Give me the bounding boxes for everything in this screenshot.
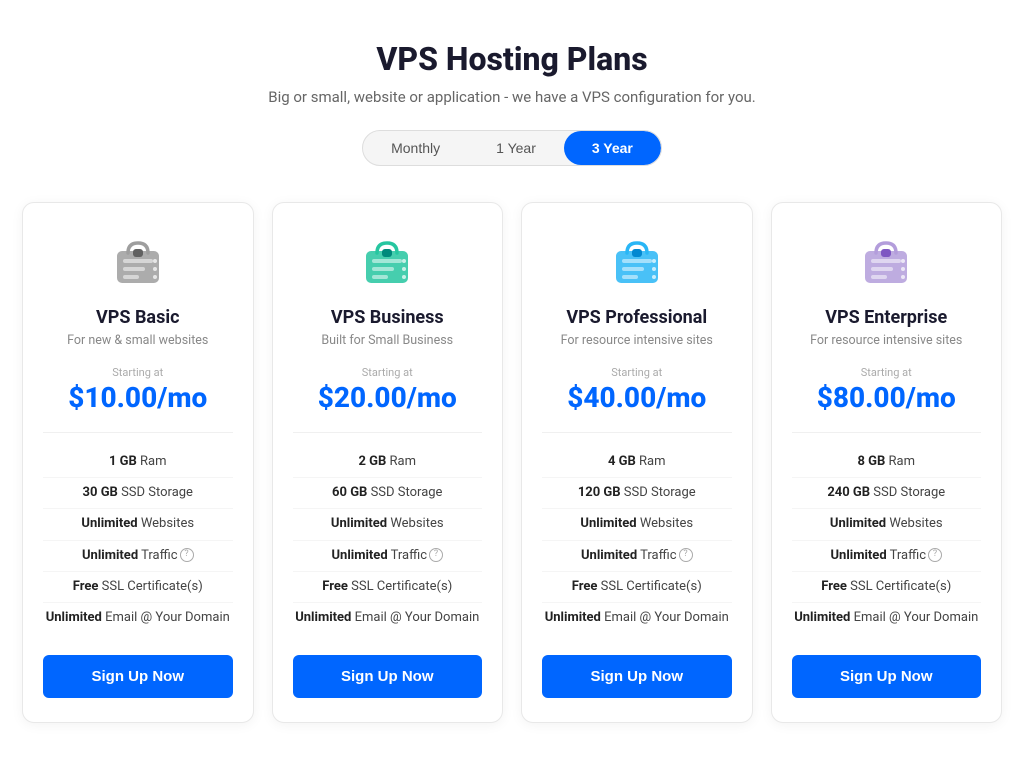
page-header: VPS Hosting Plans Big or small, website … [20,40,1004,106]
page-title: VPS Hosting Plans [20,40,1004,78]
feature-item: Unlimited Traffic? [43,541,233,572]
feature-item: Unlimited Websites [792,509,982,540]
feature-item: Unlimited Email @ Your Domain [293,603,483,633]
plans-grid: VPS Basic For new & small websites Start… [22,202,1002,723]
plan-card-professional: VPS Professional For resource intensive … [521,202,753,723]
plan-tagline-basic: For new & small websites [67,333,208,348]
plan-icon-enterprise [851,231,921,291]
plan-name-basic: VPS Basic [96,307,179,328]
plan-card-business: VPS Business Built for Small Business St… [272,202,504,723]
page-subtitle: Big or small, website or application - w… [20,88,1004,106]
features-list-business: 2 GB Ram 60 GB SSD Storage Unlimited Web… [293,432,483,633]
features-list-professional: 4 GB Ram 120 GB SSD Storage Unlimited We… [542,432,732,633]
toggle-1year[interactable]: 1 Year [468,131,564,165]
plan-icon-basic [103,231,173,291]
feature-item: Free SSL Certificate(s) [792,572,982,603]
feature-item: Unlimited Email @ Your Domain [43,603,233,633]
features-list-enterprise: 8 GB Ram 240 GB SSD Storage Unlimited We… [792,432,982,633]
plan-tagline-enterprise: For resource intensive sites [810,333,962,348]
feature-item: 30 GB SSD Storage [43,478,233,509]
feature-item: 1 GB Ram [43,447,233,478]
plan-name-professional: VPS Professional [566,307,707,328]
feature-item: 120 GB SSD Storage [542,478,732,509]
plan-card-basic: VPS Basic For new & small websites Start… [22,202,254,723]
feature-item: Unlimited Websites [542,509,732,540]
feature-item: Unlimited Email @ Your Domain [792,603,982,633]
plan-price-enterprise: $80.00/mo [817,381,956,414]
billing-toggle: Monthly 1 Year 3 Year [20,130,1004,166]
signup-button-professional[interactable]: Sign Up Now [542,655,732,698]
feature-item: Unlimited Traffic? [293,541,483,572]
plan-tagline-business: Built for Small Business [321,333,453,348]
feature-item: Free SSL Certificate(s) [542,572,732,603]
toggle-3year[interactable]: 3 Year [564,131,661,165]
plan-price-business: $20.00/mo [318,381,457,414]
info-icon[interactable]: ? [429,548,443,562]
signup-button-enterprise[interactable]: Sign Up Now [792,655,982,698]
info-icon[interactable]: ? [180,548,194,562]
starting-at-label-enterprise: Starting at [861,366,912,379]
info-icon[interactable]: ? [928,548,942,562]
feature-item: 4 GB Ram [542,447,732,478]
plan-tagline-professional: For resource intensive sites [561,333,713,348]
plan-icon-business [352,231,422,291]
plan-card-enterprise: VPS Enterprise For resource intensive si… [771,202,1003,723]
plan-price-professional: $40.00/mo [567,381,706,414]
plan-name-enterprise: VPS Enterprise [825,307,947,328]
plan-icon-professional [602,231,672,291]
feature-item: 8 GB Ram [792,447,982,478]
feature-item: Unlimited Websites [293,509,483,540]
feature-item: Unlimited Email @ Your Domain [542,603,732,633]
starting-at-label-professional: Starting at [611,366,662,379]
plan-name-business: VPS Business [331,307,444,328]
feature-item: 60 GB SSD Storage [293,478,483,509]
feature-item: 240 GB SSD Storage [792,478,982,509]
info-icon[interactable]: ? [679,548,693,562]
starting-at-label-business: Starting at [362,366,413,379]
toggle-group: Monthly 1 Year 3 Year [362,130,662,166]
feature-item: Free SSL Certificate(s) [43,572,233,603]
signup-button-business[interactable]: Sign Up Now [293,655,483,698]
features-list-basic: 1 GB Ram 30 GB SSD Storage Unlimited Web… [43,432,233,633]
feature-item: Unlimited Traffic? [792,541,982,572]
feature-item: 2 GB Ram [293,447,483,478]
feature-item: Unlimited Traffic? [542,541,732,572]
feature-item: Unlimited Websites [43,509,233,540]
starting-at-label-basic: Starting at [112,366,163,379]
feature-item: Free SSL Certificate(s) [293,572,483,603]
plan-price-basic: $10.00/mo [68,381,207,414]
signup-button-basic[interactable]: Sign Up Now [43,655,233,698]
toggle-monthly[interactable]: Monthly [363,131,468,165]
